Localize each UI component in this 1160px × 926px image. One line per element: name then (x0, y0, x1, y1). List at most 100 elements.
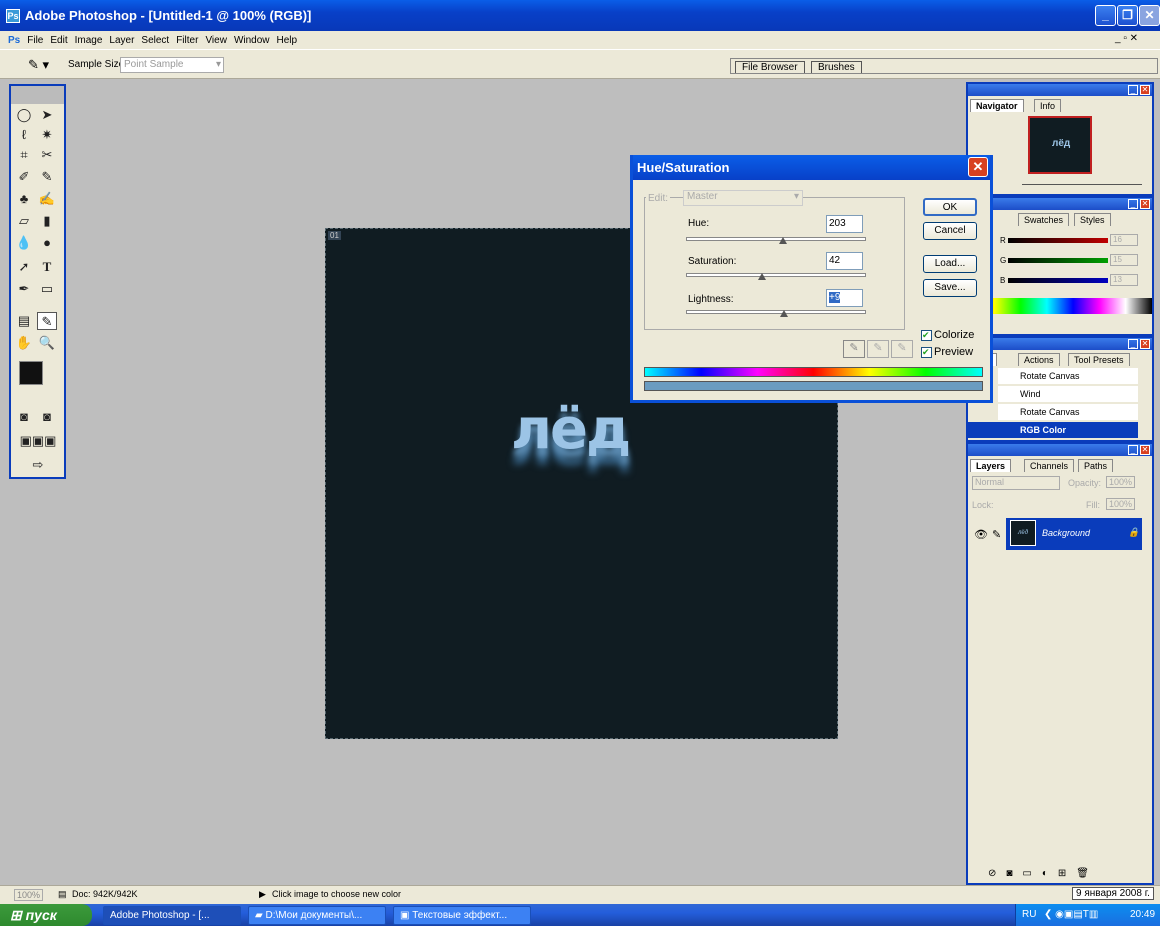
lightness-slider[interactable] (686, 310, 866, 314)
tab-layers[interactable]: Layers (970, 459, 1012, 472)
panel-minimize-icon[interactable]: _ (1128, 339, 1138, 349)
crop-tool-icon[interactable]: ⌗ (14, 146, 34, 164)
clock[interactable]: 20:49 (1130, 904, 1155, 926)
eyedropper-tool-icon[interactable]: ✎ ▾ (28, 57, 49, 73)
taskbar-item-text-effects[interactable]: ▣ Текстовые эффект... (393, 906, 531, 925)
clone-stamp-tool-icon[interactable]: ♣ (14, 190, 34, 208)
tab-swatches[interactable]: Swatches (1018, 213, 1070, 226)
history-item[interactable]: Rotate Canvas (998, 404, 1138, 420)
history-item-selected[interactable]: RGB Color (968, 422, 1138, 438)
menu-layer[interactable]: Layer (109, 35, 134, 46)
eye-icon[interactable]: 👁 (974, 528, 988, 541)
tab-channels[interactable]: Channels (1024, 459, 1075, 472)
doc-info-icon[interactable]: ▤ (58, 889, 67, 900)
lightness-slider-thumb[interactable] (780, 310, 789, 317)
pen-tool-icon[interactable]: ✒ (14, 280, 34, 298)
tab-file-browser[interactable]: File Browser (735, 61, 805, 73)
eyedropper-tool-selected-icon[interactable]: ✎ (37, 312, 57, 330)
jump-to-imageready-icon[interactable]: ⇨ (14, 456, 62, 474)
menu-edit[interactable]: Edit (50, 35, 67, 46)
layer-row-background[interactable]: лёд Background 🔒 (1006, 518, 1142, 550)
lasso-tool-icon[interactable]: ℓ (14, 126, 34, 144)
colorize-checkbox[interactable]: ✔ (921, 330, 932, 341)
navigator-zoom-slider[interactable] (1022, 184, 1142, 192)
close-button[interactable]: ✕ (1139, 5, 1160, 26)
brush-link-icon[interactable]: ✎ (992, 528, 1001, 541)
magic-wand-tool-icon[interactable]: ✷ (37, 126, 57, 144)
menu-view[interactable]: View (205, 35, 227, 46)
channel-b-slider[interactable] (1008, 278, 1108, 283)
tab-paths[interactable]: Paths (1078, 459, 1114, 472)
hue-field[interactable]: 203 (826, 215, 863, 233)
taskbar-item-photoshop[interactable]: Adobe Photoshop - [... (103, 906, 241, 925)
menu-image[interactable]: Image (75, 35, 103, 46)
eraser-tool-icon[interactable]: ▱ (14, 212, 34, 230)
dodge-tool-icon[interactable]: ● (37, 234, 57, 252)
menu-app-icon[interactable]: Ps (8, 35, 20, 46)
foreground-color-swatch[interactable] (19, 361, 43, 385)
menu-window[interactable]: Window (234, 35, 270, 46)
menu-file[interactable]: File (27, 35, 43, 46)
dialog-close-icon[interactable]: ✕ (968, 157, 988, 177)
channel-r-value[interactable]: 16 (1110, 234, 1138, 246)
tab-actions[interactable]: Actions (1018, 353, 1060, 366)
saturation-field[interactable]: 42 (826, 252, 863, 270)
hand-tool-icon[interactable]: ✋ (14, 334, 34, 352)
panel-close-icon[interactable]: ✕ (1140, 339, 1150, 349)
menu-select[interactable]: Select (141, 35, 169, 46)
tab-styles[interactable]: Styles (1074, 213, 1111, 226)
path-selection-tool-icon[interactable]: ➚ (14, 258, 34, 276)
edit-select[interactable]: Master ▾ (683, 190, 803, 206)
channel-g-value[interactable]: 15 (1110, 254, 1138, 266)
saturation-slider-thumb[interactable] (757, 273, 766, 280)
marquee-tool-icon[interactable]: ◯ (14, 106, 34, 124)
opacity-field[interactable]: 100% (1106, 476, 1136, 488)
panel-close-icon[interactable]: ✕ (1140, 85, 1150, 95)
start-button[interactable]: ⊞ пуск (0, 904, 92, 926)
ok-button[interactable]: OK (923, 198, 977, 216)
tab-tool-presets[interactable]: Tool Presets (1068, 353, 1130, 366)
menu-filter[interactable]: Filter (176, 35, 198, 46)
preview-checkbox[interactable]: ✔ (921, 347, 932, 358)
lightness-field[interactable]: +9 (826, 289, 863, 307)
history-item[interactable]: Wind (998, 386, 1138, 402)
tab-brushes[interactable]: Brushes (811, 61, 862, 73)
blend-mode-select[interactable]: Normal (972, 476, 1060, 490)
standard-mode-icon[interactable]: ◙ (14, 408, 34, 426)
shape-tool-icon[interactable]: ▭ (37, 280, 57, 298)
cancel-button[interactable]: Cancel (923, 222, 977, 240)
language-indicator[interactable]: RU (1022, 904, 1036, 926)
gradient-tool-icon[interactable]: ▮ (37, 212, 57, 230)
minimize-button[interactable]: _ (1095, 5, 1116, 26)
hue-slider-thumb[interactable] (779, 237, 788, 244)
type-tool-icon[interactable]: T (37, 258, 57, 276)
healing-brush-tool-icon[interactable]: ✐ (14, 168, 34, 186)
screen-mode-icons[interactable]: ▣▣▣ (14, 432, 62, 450)
panel-minimize-icon[interactable]: _ (1128, 85, 1138, 95)
save-button[interactable]: Save... (923, 279, 977, 297)
layer-actions-icons[interactable]: ⊘◙▭◐⊞🗑 (988, 868, 1099, 879)
tab-info[interactable]: Info (1034, 99, 1062, 112)
photoshop-app-icon[interactable]: Ps (6, 8, 20, 23)
taskbar-item-folder[interactable]: ▰ D:\Мои документы\... (248, 906, 386, 925)
blur-tool-icon[interactable]: 💧 (14, 234, 34, 252)
eyedropper-minus-icon[interactable]: ✎ (891, 340, 913, 358)
load-button[interactable]: Load... (923, 255, 977, 273)
fill-field[interactable]: 100% (1106, 498, 1136, 510)
panel-close-icon[interactable]: ✕ (1140, 445, 1150, 455)
sample-size-select[interactable]: Point Sample ▾ (120, 57, 224, 73)
toolbox-header-icon[interactable] (11, 86, 64, 104)
quick-mask-mode-icon[interactable]: ◙ (37, 408, 57, 426)
channel-g-slider[interactable] (1008, 258, 1108, 263)
channel-b-value[interactable]: 13 (1110, 274, 1138, 286)
brush-tool-icon[interactable]: ✎ (37, 168, 57, 186)
notes-tool-icon[interactable]: ▤ (14, 312, 34, 330)
zoom-field[interactable]: 100% (14, 889, 44, 901)
hue-slider[interactable] (686, 237, 866, 241)
menu-help[interactable]: Help (277, 35, 298, 46)
panel-minimize-icon[interactable]: _ (1128, 445, 1138, 455)
history-brush-tool-icon[interactable]: ✍ (37, 190, 57, 208)
zoom-tool-icon[interactable]: 🔍 (37, 334, 57, 352)
panel-minimize-icon[interactable]: _ (1128, 199, 1138, 209)
tray-icons[interactable]: ❮ ◉▣▤T▥ (1044, 904, 1098, 926)
